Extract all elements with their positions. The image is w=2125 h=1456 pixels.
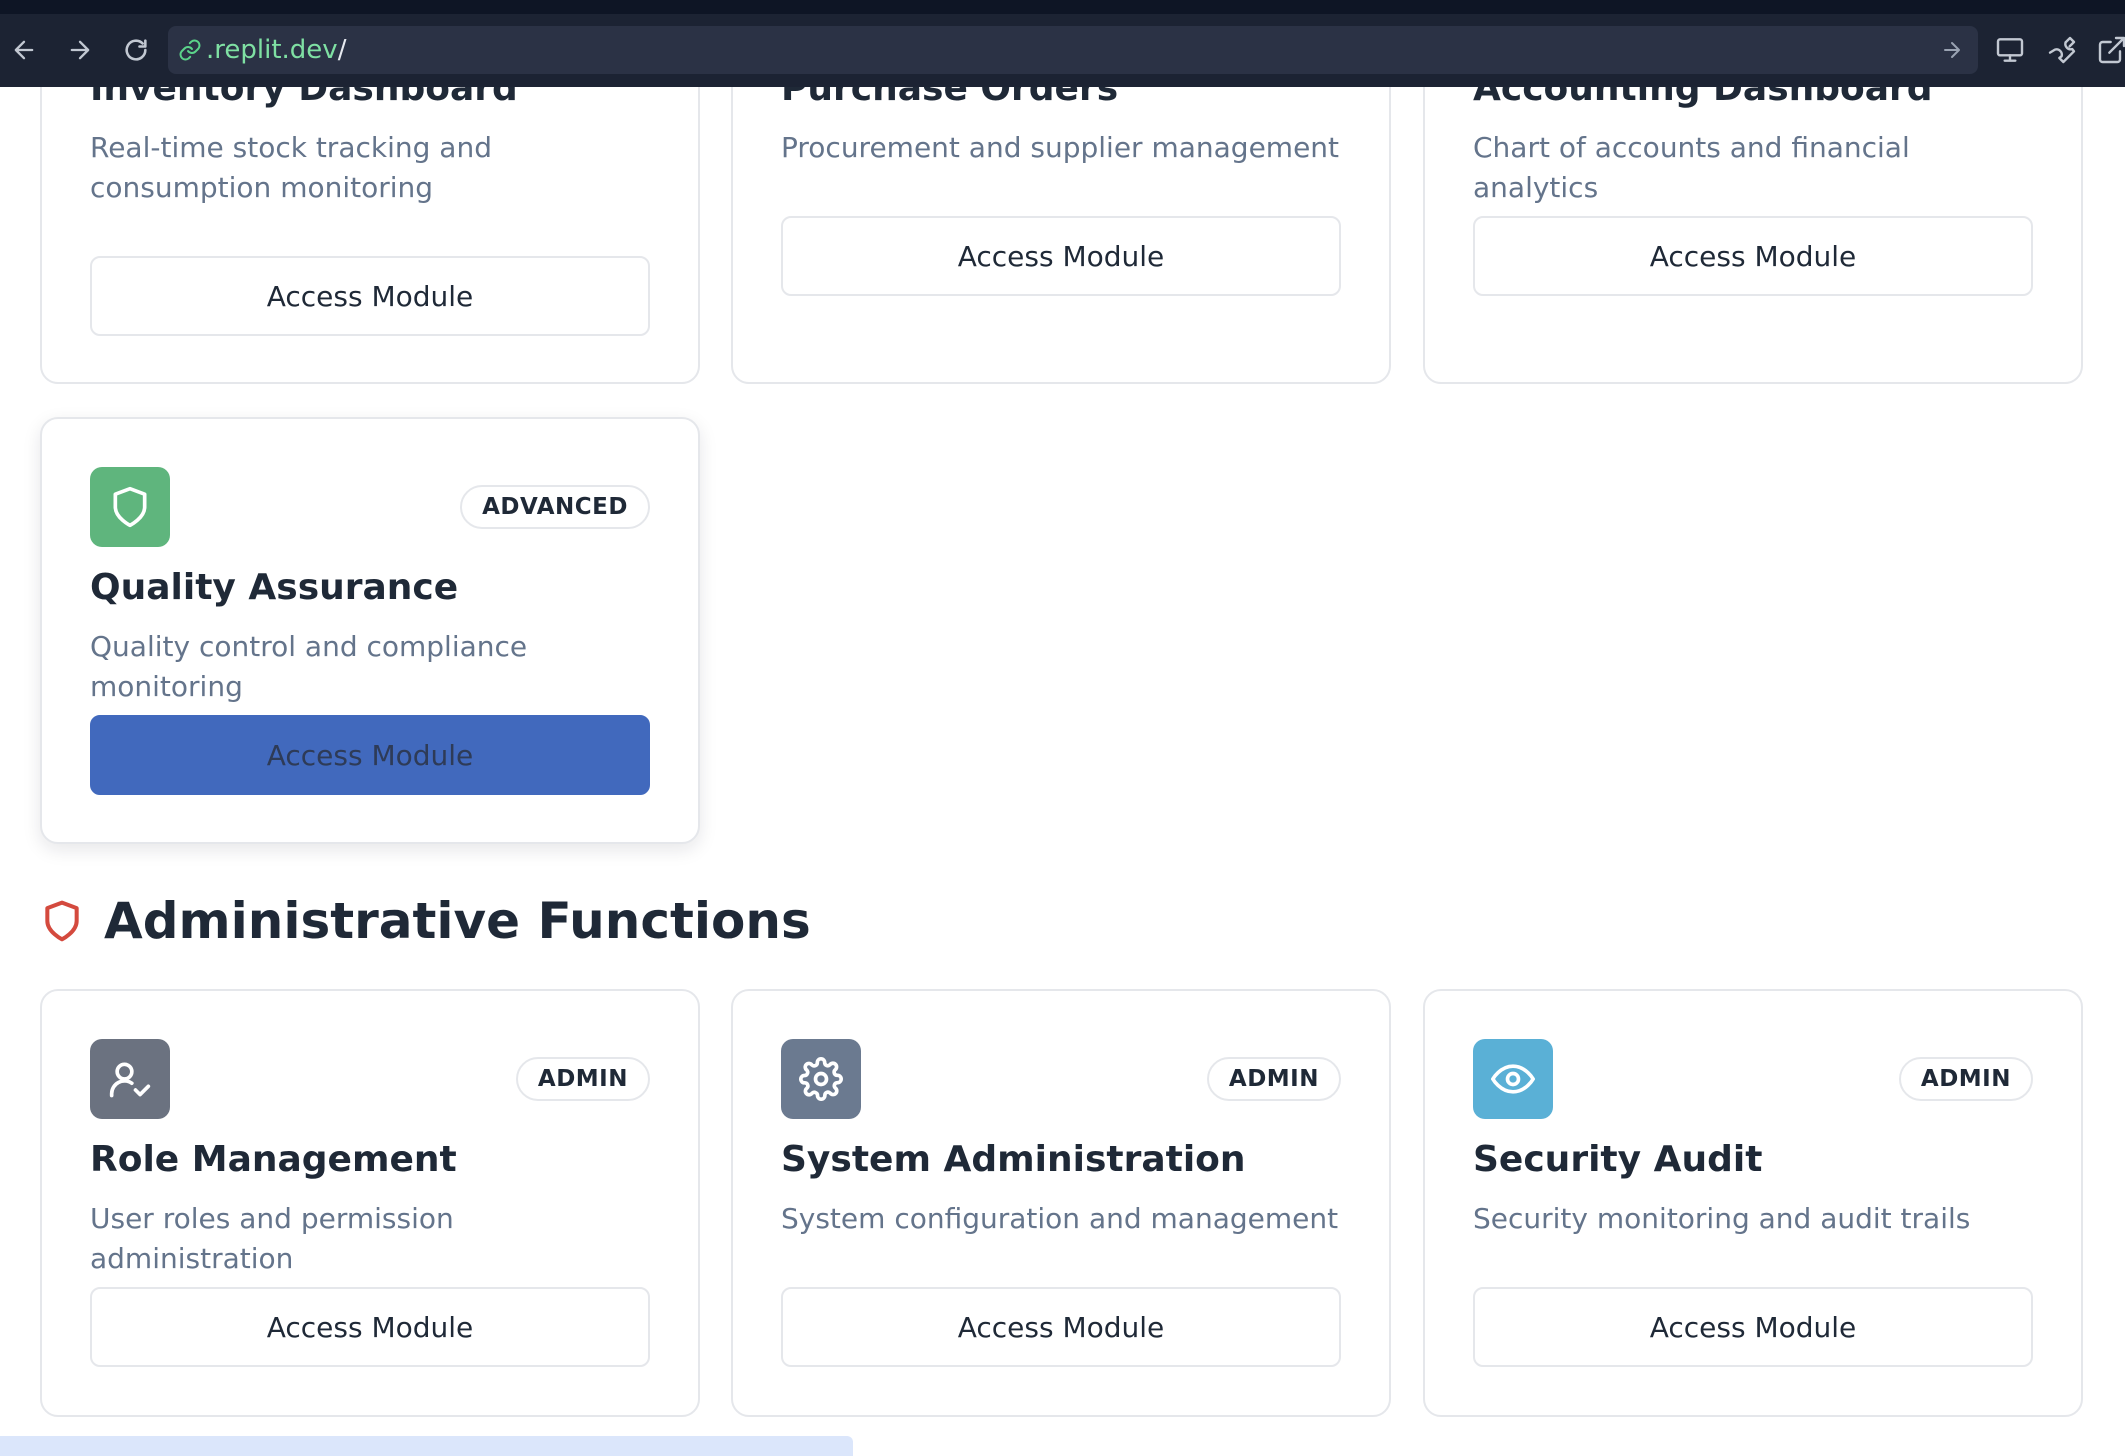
access-module-button[interactable]: Access Module [90,1287,650,1367]
card-description: System configuration and management [781,1202,1339,1235]
card-icon-tile [90,467,170,547]
card-description: Quality control and compliance monitorin… [90,630,528,703]
monitor-icon[interactable] [1994,34,2026,66]
card-title: Quality Assurance [90,567,459,608]
arrow-left-icon [14,40,34,60]
module-card-role-management: ADMIN Role Management User roles and per… [40,989,700,1417]
forward-button[interactable] [62,32,98,68]
shield-icon [113,486,147,528]
browser-tab-strip [0,0,2125,14]
access-module-button[interactable]: Access Module [90,256,650,336]
card-description: Real-time stock tracking and consumption… [90,131,492,204]
access-module-button[interactable]: Access Module [1473,1287,2033,1367]
card-title: Security Audit [1473,1139,1763,1180]
card-description: Chart of accounts and financial analytic… [1473,131,1910,204]
card-icon-tile [781,1039,861,1119]
level-badge: ADMIN [515,1057,650,1101]
section-heading-admin: Administrative Functions [40,892,811,950]
url-host: .replit.dev [206,35,338,65]
url-bar[interactable]: .replit.dev/ [168,26,1978,74]
level-badge: ADMIN [1206,1057,1341,1101]
card-title: Role Management [90,1139,457,1180]
access-module-button[interactable]: Access Module [781,1287,1341,1367]
card-icon-tile [90,1039,170,1119]
url-text: .replit.dev/ [206,35,346,65]
reload-button[interactable] [118,32,154,68]
card-title: System Administration [781,1139,1246,1180]
user-check-icon [109,1062,151,1098]
external-link-icon[interactable] [2096,34,2125,66]
wrench-icon[interactable] [2046,34,2078,66]
access-module-button[interactable]: Access Module [1473,216,2033,296]
card-description: User roles and permission administration [90,1202,454,1275]
url-path: / [337,35,347,65]
card-description: Procurement and supplier management [781,131,1340,164]
status-url-tooltip [0,1436,853,1456]
settings-icon [799,1057,843,1101]
shield-icon [45,900,79,942]
card-description: Security monitoring and audit trails [1473,1202,1971,1235]
module-card-quality-assurance: ADVANCED Quality Assurance Quality contr… [40,417,700,844]
section-title: Administrative Functions [104,892,811,950]
reload-icon [125,39,147,61]
access-module-button[interactable]: Access Module [90,715,650,795]
module-card-security-audit: ADMIN Security Audit Security monitoring… [1423,989,2083,1417]
arrow-right-icon[interactable] [1940,38,1964,62]
access-module-button[interactable]: Access Module [781,216,1341,296]
link-icon [179,39,201,61]
level-badge: ADVANCED [460,485,650,529]
browser-toolbar: .replit.dev/ [0,0,2125,87]
eye-icon [1491,1064,1535,1094]
back-button[interactable] [6,32,42,68]
module-card-system-administration: ADMIN System Administration System confi… [731,989,1391,1417]
card-icon-tile [1473,1039,1553,1119]
level-badge: ADMIN [1898,1057,2033,1101]
arrow-right-icon [70,40,90,60]
